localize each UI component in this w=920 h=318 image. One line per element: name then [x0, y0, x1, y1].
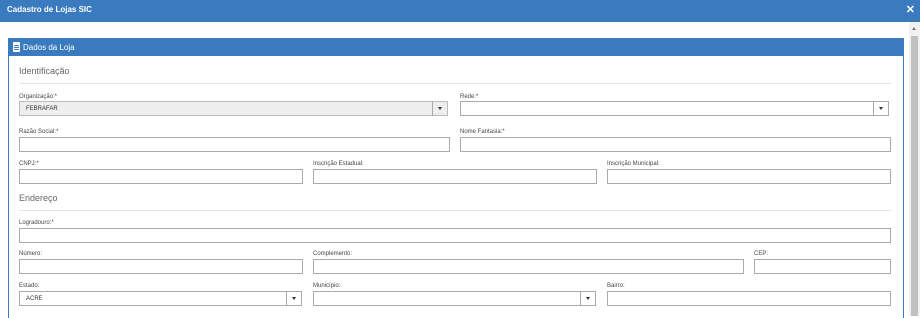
logradouro-label: Logradouro:*	[19, 220, 54, 226]
chevron-down-icon[interactable]	[286, 291, 301, 306]
inscricao-municipal-label: Inscrição Municipal:	[607, 161, 660, 167]
bairro-label: Bairro:	[607, 283, 625, 289]
nome-fantasia-label: Nome Fantasia:*	[460, 129, 505, 135]
chevron-down-icon[interactable]	[432, 101, 447, 116]
organizacao-select[interactable]: FEBRAFAR	[19, 101, 448, 116]
nome-fantasia-input[interactable]	[460, 137, 891, 152]
panel-header: Dados da Loja	[9, 39, 903, 56]
window-titlebar: Cadastro de Lojas SIC ✕	[0, 0, 920, 22]
numero-input[interactable]	[19, 259, 303, 274]
municipio-select[interactable]	[313, 291, 596, 306]
estado-label: Estado:	[19, 283, 40, 289]
inscricao-estadual-input[interactable]	[313, 169, 597, 184]
window-title: Cadastro de Lojas SIC	[7, 5, 92, 14]
scroll-up-icon[interactable]	[912, 27, 916, 30]
logradouro-input[interactable]	[19, 228, 891, 243]
rede-label: Rede:*	[460, 94, 479, 100]
municipio-label: Município:	[313, 283, 341, 289]
scrollbar-thumb[interactable]	[911, 36, 918, 316]
chevron-down-icon[interactable]	[580, 291, 595, 306]
cep-input[interactable]	[754, 259, 891, 274]
organizacao-value: FEBRAFAR	[26, 106, 58, 112]
chevron-down-icon[interactable]	[873, 101, 888, 116]
rede-select[interactable]	[460, 101, 889, 116]
estado-select[interactable]: ACRE	[19, 291, 302, 306]
cnpj-label: CNPJ:*	[19, 161, 39, 167]
numero-label: Número:	[19, 251, 43, 257]
organizacao-label: Organização:*	[19, 94, 58, 100]
vertical-scrollbar[interactable]	[909, 22, 920, 316]
inscricao-estadual-label: Inscrição Estadual:	[313, 161, 364, 167]
razao-social-input[interactable]	[19, 137, 450, 152]
complemento-input[interactable]	[313, 259, 744, 274]
inscricao-municipal-input[interactable]	[607, 169, 891, 184]
complemento-label: Complemento:	[313, 251, 353, 257]
panel-title: Dados da Loja	[23, 43, 75, 52]
section-divider	[19, 83, 891, 84]
section-identificacao: Identificação	[19, 66, 70, 76]
estado-value: ACRE	[26, 296, 43, 302]
section-divider	[19, 210, 891, 211]
cep-label: CEP:	[754, 251, 769, 257]
razao-social-label: Razão Social:*	[19, 129, 59, 135]
close-icon[interactable]: ✕	[906, 3, 915, 17]
cnpj-input[interactable]	[19, 169, 303, 184]
document-icon	[13, 42, 20, 52]
bairro-input[interactable]	[607, 291, 891, 306]
section-endereco: Endereço	[19, 193, 58, 203]
